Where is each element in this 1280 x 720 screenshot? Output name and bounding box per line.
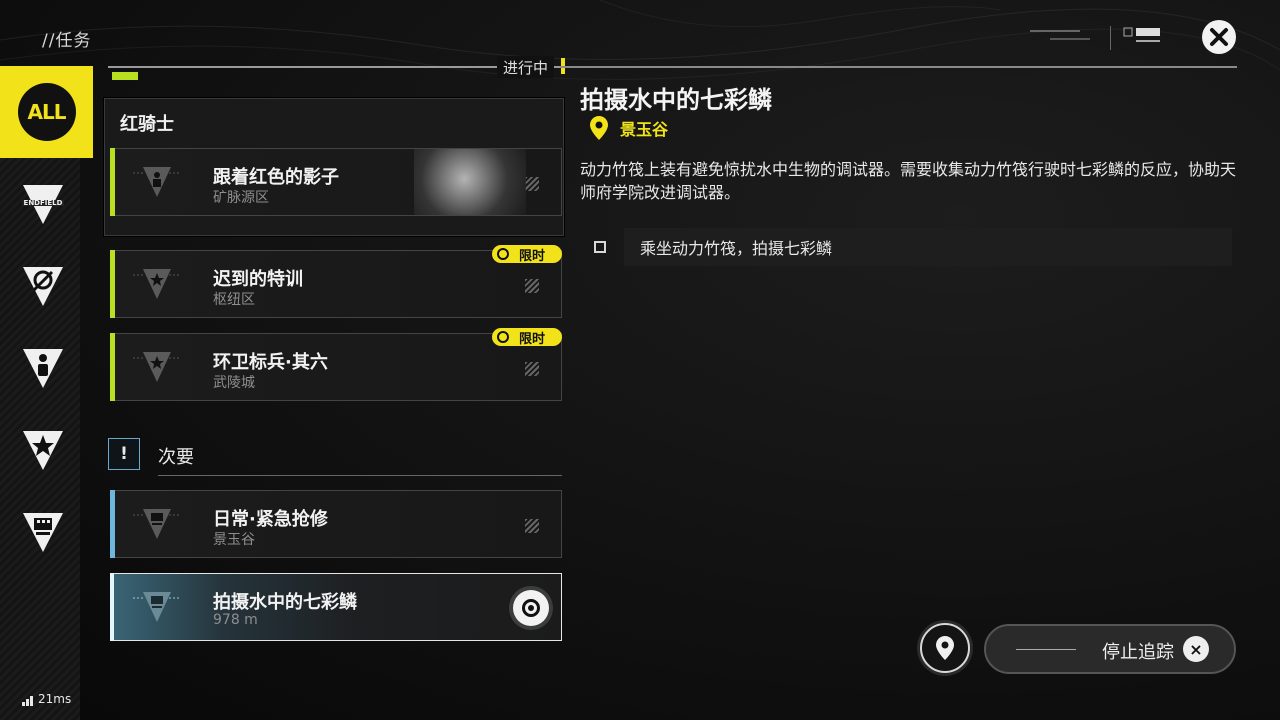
quest-location: 景玉谷	[590, 116, 668, 140]
quest-name: 迟到的特训	[213, 269, 303, 290]
group-tag	[112, 72, 138, 80]
quest-accent	[110, 573, 114, 641]
category-compass-tab[interactable]	[20, 264, 66, 310]
objective-checkbox	[594, 241, 606, 253]
category-star-tab[interactable]	[20, 428, 66, 474]
quest-name: 跟着红色的影子	[213, 167, 339, 188]
quest-card-selected[interactable]: 拍摄水中的七彩鳞 978 m	[110, 573, 562, 641]
stop-tracking-button[interactable]: 停止追踪 ×	[984, 624, 1236, 674]
quest-region: 景玉谷	[213, 532, 255, 548]
quest-name: 拍摄水中的七彩鳞	[213, 592, 357, 613]
quest-card[interactable]: 日常·紧急抢修 景玉谷	[110, 490, 562, 558]
quest-region: 枢纽区	[213, 292, 255, 308]
building-icon	[133, 509, 181, 539]
button-decoration-line	[1016, 649, 1076, 650]
quest-name: 环卫标兵·其六	[213, 352, 328, 373]
main-group-title: 红骑士	[120, 114, 174, 135]
secondary-section-icon: !	[108, 438, 140, 470]
quest-accent	[110, 148, 115, 216]
tracking-target-icon[interactable]	[513, 590, 549, 626]
quest-region: 武陵城	[213, 375, 255, 391]
quest-description: 动力竹筏上装有避免惊扰水中生物的调试器。需要收集动力竹筏行驶时七彩鳞的反应，协助…	[580, 160, 1237, 202]
category-building-tab[interactable]	[20, 510, 66, 556]
quest-distance: 978 m	[213, 612, 258, 628]
map-pin-icon	[936, 636, 954, 660]
stop-tracking-label: 停止追踪	[1102, 642, 1174, 663]
star-icon	[133, 269, 181, 299]
quest-detail-title: 拍摄水中的七彩鳞	[580, 86, 772, 114]
close-icon	[1210, 28, 1228, 46]
quest-accent	[110, 333, 115, 401]
person-icon	[23, 349, 63, 388]
quest-objective: 乘坐动力竹筏，拍摄七彩鳞	[624, 228, 1232, 266]
building-icon	[23, 513, 63, 552]
close-button[interactable]	[1202, 20, 1236, 54]
quest-accent	[110, 490, 115, 558]
time-limited-badge: 限时	[492, 328, 562, 347]
quest-region: 矿脉源区	[213, 190, 269, 206]
person-icon	[133, 167, 181, 197]
quest-accent	[110, 250, 115, 318]
category-endfield-tab[interactable]: ENDFIELD	[20, 182, 66, 228]
time-limited-label: 限时	[519, 248, 546, 264]
category-all-label: ALL	[17, 83, 76, 141]
hatch-decoration	[525, 362, 539, 376]
locate-on-map-button[interactable]	[920, 623, 970, 673]
hatch-decoration	[525, 177, 539, 191]
in-progress-header: 进行中	[497, 56, 555, 78]
hatch-decoration	[525, 519, 539, 533]
category-person-tab[interactable]	[20, 346, 66, 392]
clock-icon	[497, 331, 509, 343]
hatch-decoration	[525, 279, 539, 293]
star-icon	[133, 352, 181, 382]
secondary-section-title: 次要	[158, 447, 194, 468]
signal-icon	[22, 696, 34, 706]
breadcrumb: //任务	[42, 31, 92, 51]
hud-decoration	[1030, 26, 1160, 50]
character-portrait	[414, 149, 526, 215]
clock-icon	[497, 248, 509, 260]
quest-name: 日常·紧急抢修	[213, 509, 328, 530]
ping-value: 21ms	[38, 692, 72, 706]
network-latency: 21ms	[22, 692, 71, 706]
close-icon: ×	[1183, 636, 1209, 662]
quest-location-name: 景玉谷	[620, 120, 669, 139]
star-icon	[23, 431, 63, 470]
endfield-icon: ENDFIELD	[22, 185, 64, 224]
detail-divider	[560, 66, 1237, 68]
endfield-label: ENDFIELD	[24, 199, 63, 207]
map-pin-icon	[590, 116, 608, 140]
secondary-divider	[158, 475, 562, 476]
objective-text: 乘坐动力竹筏，拍摄七彩鳞	[640, 239, 833, 258]
list-divider	[108, 66, 562, 68]
building-icon	[133, 592, 181, 622]
compass-icon	[23, 267, 63, 306]
time-limited-badge: 限时	[492, 245, 562, 264]
time-limited-label: 限时	[519, 331, 546, 347]
category-sidebar	[0, 66, 80, 720]
category-all-tab[interactable]: ALL	[0, 66, 93, 158]
